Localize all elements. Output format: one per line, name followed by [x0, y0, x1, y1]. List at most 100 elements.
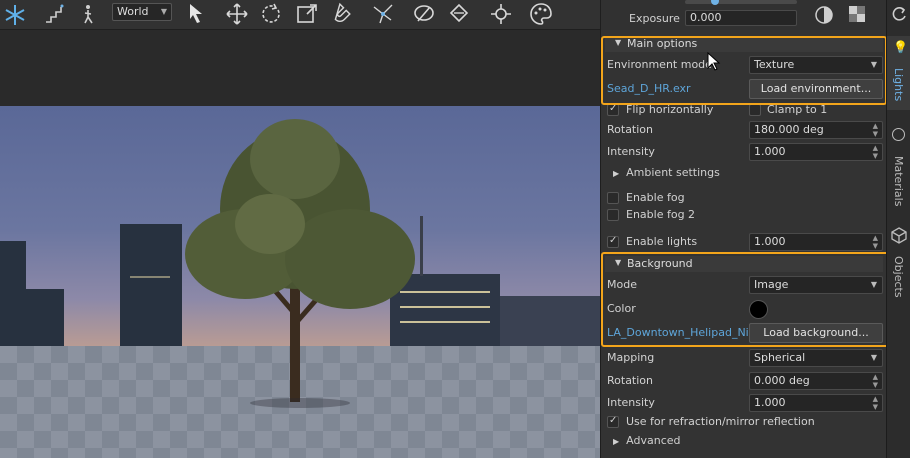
background-file-link[interactable]: LA_Downtown_Helipad_Nigh	[607, 326, 763, 339]
3d-viewport[interactable]	[0, 30, 600, 458]
window-lights	[130, 276, 170, 278]
network-icon[interactable]	[370, 1, 396, 27]
enable-fog-2-row: Enable fog 2	[607, 205, 883, 225]
crosshair-icon[interactable]	[488, 1, 514, 27]
checker-icon[interactable]	[847, 4, 867, 24]
expand-triangle-icon: ▶	[613, 437, 620, 446]
spinner-icon[interactable]: ▲ ▼	[873, 144, 878, 160]
coordinate-space-select[interactable]: World ▼	[112, 3, 172, 21]
stairs-icon[interactable]	[42, 2, 68, 28]
rotate-icon[interactable]	[258, 1, 284, 27]
advanced-toggle[interactable]: ▶ Advanced	[613, 434, 681, 447]
building	[0, 241, 26, 351]
enable-lights-field[interactable]: 1.000 ▲ ▼	[749, 233, 883, 251]
scale-icon[interactable]	[294, 1, 320, 27]
background-intensity-value: 1.000	[754, 396, 786, 409]
enable-lights-value: 1.000	[754, 235, 786, 248]
cursor-icon[interactable]	[184, 1, 210, 27]
background-mode-select[interactable]: Image ▼	[749, 276, 883, 294]
tab-objects[interactable]: Objects	[887, 222, 910, 312]
intensity-field[interactable]: 1.000 ▲ ▼	[749, 143, 883, 161]
environment-file-link[interactable]: Sead_D_HR.exr	[607, 82, 691, 95]
background-mode-label: Mode	[607, 278, 637, 291]
lightbulb-icon: 💡	[893, 40, 908, 54]
environment-mode-label: Environment mode	[607, 58, 712, 71]
chevron-down-icon: ▼	[870, 353, 877, 362]
panel-top-strip: Exposure 0.000	[601, 0, 887, 30]
environment-mode-row: Environment mode Texture ▼	[607, 55, 883, 75]
background-intensity-row: Intensity 1.000 ▲ ▼	[607, 393, 883, 413]
spinner-icon[interactable]: ▲ ▼	[873, 234, 878, 250]
rotation-row: Rotation 180.000 deg ▲ ▼	[607, 120, 883, 140]
flip-horizontally-checkbox[interactable]	[607, 103, 619, 116]
load-environment-button[interactable]: Load environment...	[749, 79, 883, 99]
tab-lights[interactable]: 💡 Lights	[887, 36, 910, 110]
paint-icon[interactable]	[412, 1, 438, 27]
environment-preview	[0, 106, 600, 458]
building	[26, 289, 64, 349]
background-color-swatch[interactable]	[749, 300, 768, 319]
magnet-icon[interactable]	[330, 1, 356, 27]
load-background-button[interactable]: Load background...	[749, 323, 883, 343]
background-header[interactable]: ▼ Background	[605, 256, 883, 272]
background-rotation-row: Rotation 0.000 deg ▲ ▼	[607, 371, 883, 391]
enable-fog-checkbox[interactable]	[607, 192, 619, 204]
intensity-row: Intensity 1.000 ▲ ▼	[607, 142, 883, 162]
enable-fog-2-label: Enable fog 2	[626, 208, 696, 221]
rotation-field[interactable]: 180.000 deg ▲ ▼	[749, 121, 883, 139]
use-for-refraction-label: Use for refraction/mirror reflection	[626, 415, 815, 428]
background-intensity-field[interactable]: 1.000 ▲ ▼	[749, 394, 883, 412]
exposure-label: Exposure	[629, 12, 680, 25]
main-options-header[interactable]: ▼ Main options	[605, 36, 883, 52]
coordinate-space-value: World	[117, 5, 149, 18]
mouse-cursor-icon	[707, 52, 721, 71]
background-file-row: LA_Downtown_Helipad_Nigh Load background…	[607, 323, 883, 343]
spinner-icon[interactable]: ▲ ▼	[873, 373, 878, 389]
tree-model[interactable]	[170, 114, 430, 404]
ambient-settings-toggle[interactable]: ▶ Ambient settings	[613, 166, 720, 179]
spinner-icon[interactable]: ▲ ▼	[873, 122, 878, 138]
snowflake-icon[interactable]	[2, 2, 28, 28]
advanced-label: Advanced	[626, 434, 681, 447]
palette-icon[interactable]	[528, 1, 554, 27]
intensity-value: 1.000	[754, 145, 786, 158]
contrast-icon[interactable]	[813, 4, 835, 26]
rotation-value: 180.000 deg	[754, 123, 824, 136]
mapping-select[interactable]: Spherical ▼	[749, 349, 883, 367]
ambient-settings-label: Ambient settings	[626, 166, 720, 179]
background-color-row: Color	[607, 299, 883, 319]
walk-icon[interactable]	[76, 2, 102, 28]
side-tabs: 💡 Lights Materials Objects	[886, 0, 910, 458]
tab-objects-label: Objects	[892, 256, 905, 298]
cube-icon	[891, 227, 907, 244]
spinner-icon[interactable]: ▲ ▼	[873, 395, 878, 411]
collapse-triangle-icon: ▼	[615, 38, 622, 47]
enable-fog-2-checkbox[interactable]	[607, 209, 619, 221]
slider-track[interactable]	[685, 0, 797, 4]
clamp-checkbox[interactable]	[749, 104, 761, 116]
section-title: Background	[627, 257, 693, 270]
environment-panel: Exposure 0.000 ▼ Main options Environmen…	[600, 0, 895, 458]
slider-handle[interactable]	[711, 0, 719, 5]
refresh-icon[interactable]	[889, 4, 909, 24]
exposure-field[interactable]: 0.000	[685, 10, 797, 26]
tree-shadow	[250, 398, 350, 408]
tab-materials[interactable]: Materials	[887, 122, 910, 212]
intensity-label: Intensity	[607, 145, 655, 158]
enable-lights-row: Enable lights 1.000 ▲▼	[607, 232, 883, 252]
tab-lights-label: Lights	[892, 68, 905, 102]
move-icon[interactable]	[224, 1, 250, 27]
use-for-refraction-checkbox[interactable]	[607, 415, 619, 428]
paint-bucket-icon[interactable]	[446, 1, 472, 27]
section-title: Main options	[627, 37, 698, 50]
building	[500, 296, 600, 350]
enable-lights-label: Enable lights	[626, 235, 698, 248]
background-mode-row: Mode Image ▼	[607, 275, 883, 295]
background-intensity-label: Intensity	[607, 396, 655, 409]
enable-lights-checkbox[interactable]	[607, 235, 619, 248]
flip-horizontally-label: Flip horizontally	[626, 103, 714, 116]
enable-fog-label: Enable fog	[626, 191, 685, 204]
background-rotation-label: Rotation	[607, 374, 654, 387]
background-rotation-field[interactable]: 0.000 deg ▲ ▼	[749, 372, 883, 390]
environment-mode-select[interactable]: Texture ▼	[749, 56, 883, 74]
